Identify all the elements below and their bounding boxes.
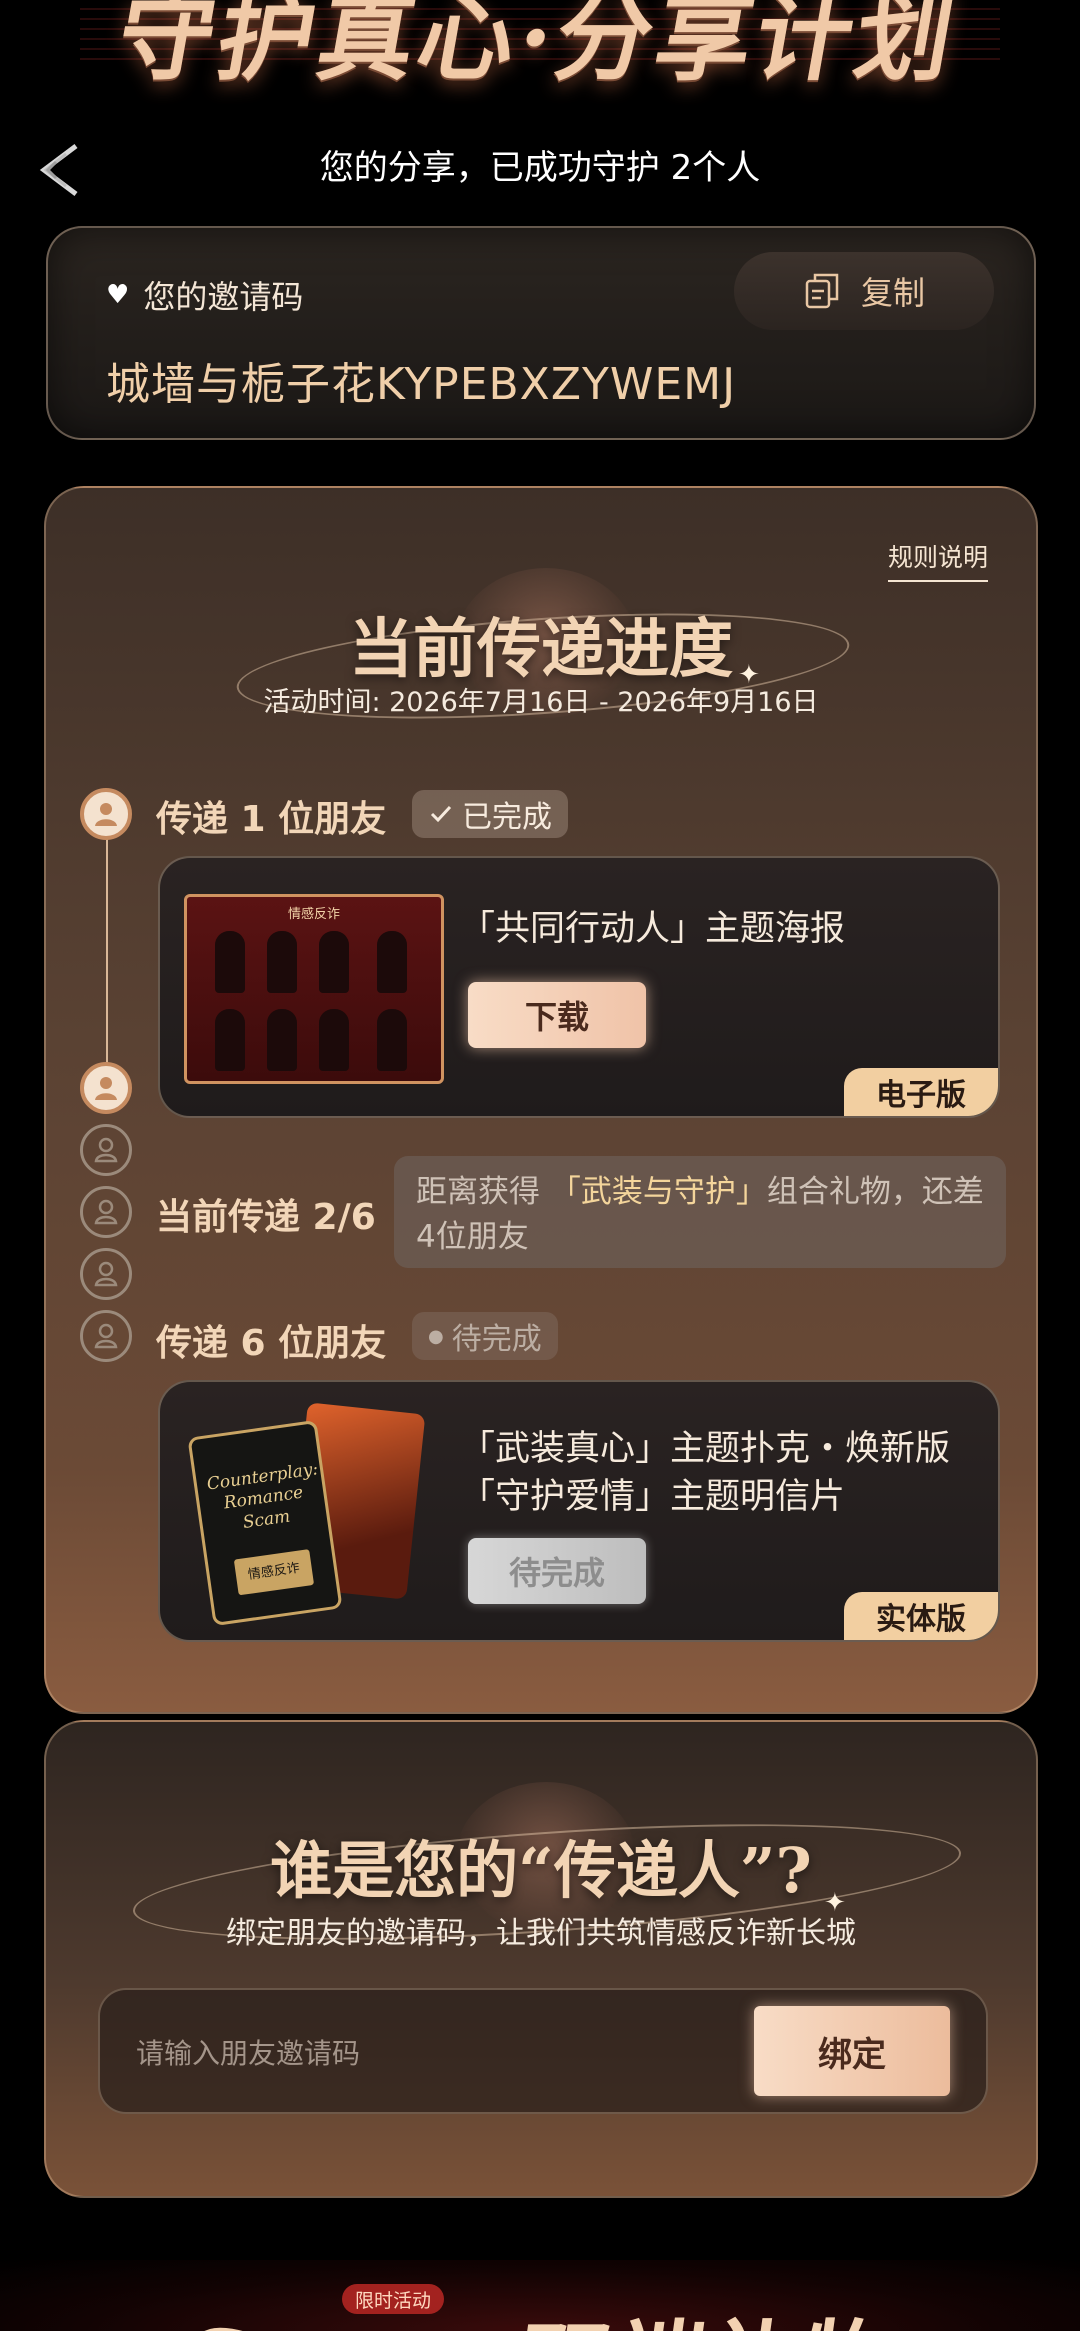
reward-title-poster: 「共同行动人」主题海报 bbox=[460, 909, 846, 949]
timeline-node-5 bbox=[80, 1248, 132, 1300]
step1-badge: 已完成 bbox=[412, 790, 568, 838]
relay-note: 距离获得 「武装与守护」组合礼物，还差4位朋友 bbox=[394, 1156, 1006, 1268]
invite-label-row: ♥ 您的邀请码 bbox=[106, 272, 303, 318]
user-icon bbox=[95, 803, 117, 826]
steam-title: Steam双端礼物 bbox=[0, 2290, 1080, 2331]
card-title-text: Counterplay: Romance Scam bbox=[205, 1459, 320, 1533]
reward-title-poker: 「武装真心」主题扑克・焕新版 bbox=[460, 1429, 951, 1469]
step1-label: 传递 1 位朋友 bbox=[156, 799, 387, 840]
copy-icon bbox=[805, 273, 839, 309]
invite-label: 您的邀请码 bbox=[143, 278, 304, 316]
heart-icon: ♥ bbox=[106, 280, 130, 310]
card-sub-text: 情感反诈 bbox=[233, 1549, 315, 1596]
download-button[interactable]: 下载 bbox=[468, 982, 646, 1048]
user-outline-icon bbox=[94, 1323, 118, 1349]
reward-title-postcard: 「守护爱情」主题明信片 bbox=[460, 1477, 846, 1517]
timeline-node-1 bbox=[80, 788, 132, 840]
copy-button[interactable]: 复制 bbox=[734, 252, 994, 330]
reward-card-gift: Counterplay: Romance Scam 情感反诈 「武装真心」主题扑… bbox=[158, 1380, 1000, 1642]
step1-badge-label: 已完成 bbox=[462, 800, 552, 835]
relay-note-highlight: 「武装与守护」 bbox=[549, 1174, 767, 1210]
check-icon bbox=[430, 805, 452, 823]
edition-tag-digital: 电子版 bbox=[844, 1068, 998, 1116]
bind-input-wrap: 绑定 bbox=[98, 1988, 988, 2114]
user-icon bbox=[95, 1077, 117, 1100]
step6-label: 传递 6 位朋友 bbox=[156, 1323, 387, 1364]
invite-code-value: 城墙与栀子花KYPEBXZYWEMJ bbox=[106, 359, 737, 410]
dot-icon: ● bbox=[428, 1325, 444, 1347]
bind-panel: ✦ 谁是您的“传递人”? 绑定朋友的邀请码，让我们共筑情感反诈新长城 绑定 bbox=[44, 1720, 1038, 2198]
pending-button[interactable]: 待完成 bbox=[468, 1538, 646, 1604]
bind-title: 谁是您的“传递人”? bbox=[270, 1834, 812, 1907]
invite-code-card: ♥ 您的邀请码 复制 城墙与栀子花KYPEBXZYWEMJ bbox=[46, 226, 1036, 440]
timeline-node-3 bbox=[80, 1124, 132, 1176]
edition-tag-physical: 实体版 bbox=[844, 1592, 998, 1640]
poker-card-image: Counterplay: Romance Scam 情感反诈 bbox=[187, 1419, 343, 1627]
user-outline-icon bbox=[94, 1199, 118, 1225]
steam-banner[interactable]: Steam双端礼物 限时活动 bbox=[0, 2260, 1080, 2331]
activity-period: 活动时间: 2026年7月16日 - 2026年9月16日 bbox=[263, 687, 819, 718]
limited-tag: 限时活动 bbox=[342, 2284, 444, 2314]
reward-card-poster: 情感反诈 「共同行动人」主题海报 下载 电子版 bbox=[158, 856, 1000, 1118]
timeline-node-6 bbox=[80, 1310, 132, 1362]
timeline-line bbox=[106, 818, 108, 1088]
copy-label: 复制 bbox=[860, 274, 925, 312]
user-outline-icon bbox=[94, 1137, 118, 1163]
step6-badge-label: 待完成 bbox=[451, 1322, 542, 1357]
relay-note-prefix: 距离获得 bbox=[416, 1174, 550, 1210]
progress-title: 当前传递进度 bbox=[349, 612, 733, 687]
step6-badge: ● 待完成 bbox=[412, 1312, 558, 1360]
timeline-node-2 bbox=[80, 1062, 132, 1114]
bind-button[interactable]: 绑定 bbox=[754, 2006, 950, 2096]
relay-status: 当前传递 2/6 bbox=[156, 1197, 376, 1238]
poster-caption: 情感反诈 bbox=[287, 907, 340, 922]
timeline-node-4 bbox=[80, 1186, 132, 1238]
user-outline-icon bbox=[94, 1261, 118, 1287]
rules-link[interactable]: 规则说明 bbox=[887, 538, 988, 582]
poster-image: 情感反诈 bbox=[184, 894, 444, 1084]
share-status-text: 您的分享，已成功守护 2个人 bbox=[319, 148, 761, 188]
bind-subtitle: 绑定朋友的邀请码，让我们共筑情感反诈新长城 bbox=[226, 1916, 856, 1951]
invite-code-input[interactable] bbox=[136, 2020, 696, 2086]
hero-title: 守护真心·分享计划 bbox=[109, 0, 967, 94]
progress-panel: 规则说明 ✦ 当前传递进度 活动时间: 2026年7月16日 - 2026年9月… bbox=[44, 486, 1038, 1714]
